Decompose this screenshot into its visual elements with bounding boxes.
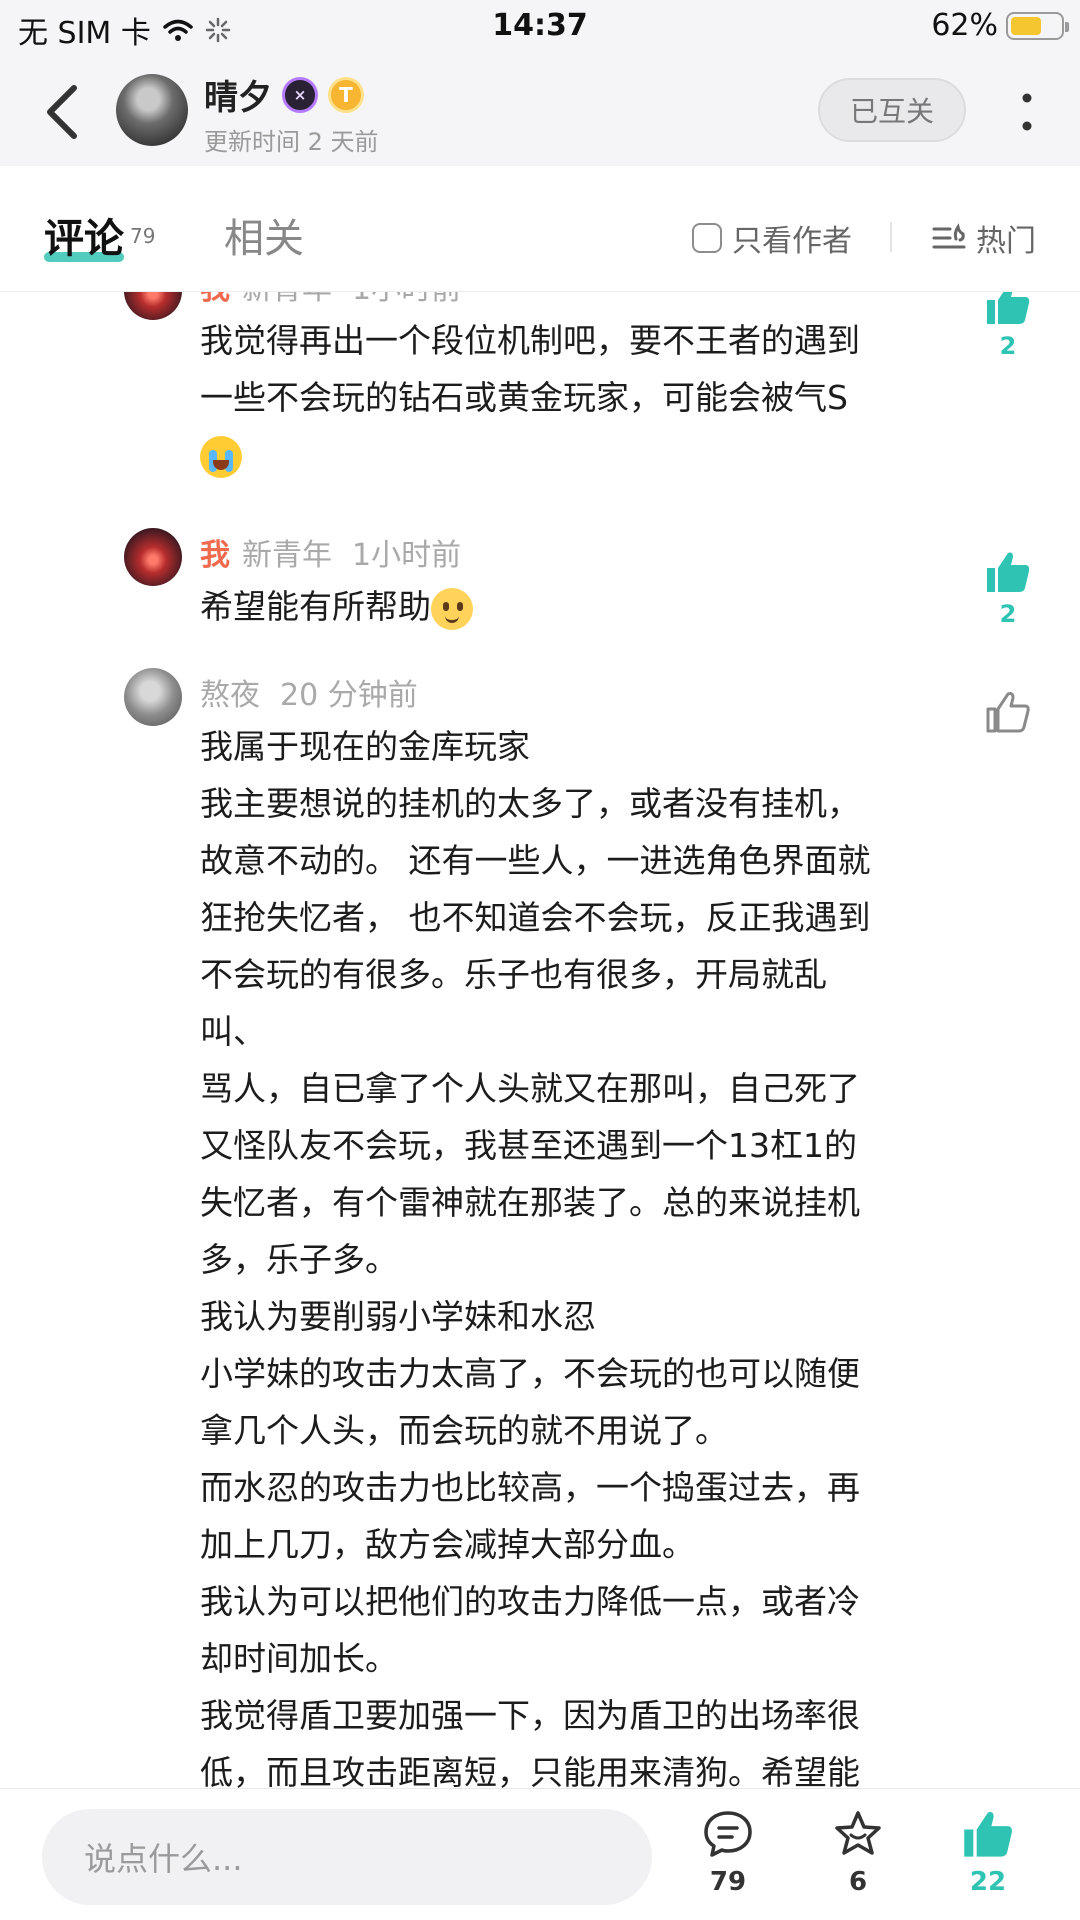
commenter-avatar[interactable] (124, 668, 182, 726)
title-badge-icon: T (328, 76, 364, 113)
commenter-avatar[interactable] (124, 292, 182, 320)
comment-line: 我认为可以把他们的攻击力降低一点，或者冷 (200, 1582, 860, 1621)
comment-text: 我属于现在的金库玩家 我主要想说的挂机的太多了，或者没有挂机， 故意不动的。 还… (200, 718, 960, 1788)
author-name-row[interactable]: 晴夕 × T (204, 70, 364, 119)
comment-like-count: 2 (999, 332, 1017, 360)
comment-line: 加上几刀，敌方会减掉大部分血。 (200, 1525, 695, 1564)
comment-count: 79 (709, 1867, 747, 1897)
thumbs-up-filled-icon (964, 1811, 1012, 1857)
comment-like-count: 2 (999, 600, 1017, 628)
favorite-count: 6 (848, 1867, 868, 1897)
me-tag: 我 (200, 292, 230, 307)
me-tag: 我 (200, 538, 230, 573)
comment-button[interactable]: 79 (688, 1809, 768, 1897)
only-author-checkbox[interactable] (692, 223, 722, 253)
comment-meta: 熬夜 20 分钟前 (200, 670, 418, 714)
comment-line: 不会玩的有很多。乐子也有很多，开局就乱 (200, 955, 827, 994)
commenter-name[interactable]: 新青年 (242, 538, 332, 573)
comment-line: 我主要想说的挂机的太多了，或者没有挂机， (200, 784, 860, 823)
battery-level (1011, 16, 1041, 35)
star-icon (835, 1811, 881, 1855)
comment-line: 失忆者，有个雷神就在那装了。总的来说挂机 (200, 1183, 860, 1222)
update-time: 更新时间 2 天前 (204, 128, 379, 156)
commenter-avatar[interactable] (124, 528, 182, 586)
author-avatar[interactable] (116, 74, 188, 146)
bottom-action-bar: 说点什么... 79 6 22 (0, 1788, 1080, 1920)
comment-line: 狂抢失忆者， 也不知道会不会玩，反正我遇到 (200, 898, 871, 937)
thumbs-up-filled-icon (987, 552, 1030, 592)
divider (890, 222, 892, 252)
only-author-toggle[interactable]: 只看作者 (692, 216, 852, 260)
commenter-name[interactable]: 熬夜 (200, 678, 260, 713)
tab-related[interactable]: 相关 (224, 206, 304, 264)
battery-percent: 62% (931, 8, 998, 43)
smiling-face-icon (431, 587, 473, 630)
sort-toggle[interactable]: 热门 (932, 216, 1036, 260)
comment-tabs: 评论 79 相关 只看作者 热门 (0, 166, 1080, 292)
comment-line: 小学妹的攻击力太高了，不会玩的也可以随便 (200, 1354, 860, 1393)
comment-line: 希望能有所帮助 (200, 587, 431, 626)
comment-meta: 我新青年 1小时前 (200, 530, 461, 574)
like-count: 22 (969, 1867, 1007, 1897)
comment-item: 熬夜 20 分钟前 我属于现在的金库玩家 我主要想说的挂机的太多了，或者没有挂机，… (0, 668, 1080, 1788)
tab-comments[interactable]: 评论 (44, 206, 124, 264)
comment-icon (704, 1811, 752, 1857)
sort-icon (932, 223, 966, 249)
status-right: 62% (931, 8, 1069, 43)
comment-line: 我觉得再出一个段位机制吧，要不王者的遇到 (200, 321, 860, 360)
comment-line: 叫、 (200, 1012, 266, 1051)
comment-line: 我属于现在的金库玩家 (200, 727, 530, 766)
comment-line: 低，而且攻击距离短，只能用来清狗。希望能 (200, 1753, 860, 1788)
comment-line: 我认为要削弱小学妹和水忍 (200, 1297, 596, 1336)
like-button[interactable]: 22 (948, 1809, 1028, 1897)
status-bar: 无 SIM 卡 14:37 62% (0, 0, 1080, 58)
battery-icon (1006, 11, 1069, 40)
thumbs-up-filled-icon (987, 292, 1030, 324)
thumbs-up-outline-icon (986, 692, 1030, 733)
comment-line: 故意不动的。 还有一些人，一进选角色界面就 (200, 841, 871, 880)
comment-text: 我觉得再出一个段位机制吧，要不王者的遇到 一些不会玩的钻石或黄金玩家，可能会被气… (200, 312, 960, 483)
comment-list: 我新青年1小时前 我觉得再出一个段位机制吧，要不王者的遇到 一些不会玩的钻石或黄… (0, 292, 1080, 1788)
comment-line: 多，乐子多。 (200, 1240, 398, 1279)
comment-like-button[interactable]: 2 (982, 550, 1034, 628)
level-badge-icon: × (282, 76, 318, 113)
comment-time: 20 分钟前 (280, 678, 418, 713)
comment-line: 一些不会玩的钻石或黄金玩家，可能会被气S (200, 378, 848, 417)
comment-line: 而水忍的攻击力也比较高，一个捣蛋过去，再 (200, 1468, 860, 1507)
comment-input[interactable]: 说点什么... (42, 1809, 652, 1905)
comment-time: 1小时前 (352, 292, 461, 307)
comment-line: 拿几个人头，而会玩的就不用说了。 (200, 1411, 728, 1450)
comment-line: 却时间加长。 (200, 1639, 398, 1678)
follow-button[interactable]: 已互关 (818, 78, 966, 142)
comment-line: 骂人，自已拿了个人头就又在那叫，自己死了 (200, 1069, 860, 1108)
comment-line: 又怪队友不会玩，我甚至还遇到一个13杠1的 (200, 1126, 857, 1165)
only-author-label: 只看作者 (732, 224, 852, 259)
post-header: 晴夕 × T 更新时间 2 天前 已互关 (0, 58, 1080, 166)
clock: 14:37 (492, 8, 588, 43)
back-icon[interactable] (40, 82, 84, 142)
author-name[interactable]: 晴夕 (204, 70, 272, 119)
commenter-name[interactable]: 新青年 (242, 292, 332, 307)
favorite-button[interactable]: 6 (818, 1809, 898, 1897)
comment-item: 我新青年 1小时前 我觉得再出一个段位机制吧，要不王者的遇到 一些不会玩的钻石或黄… (0, 292, 1080, 502)
comment-like-button[interactable]: 2 (982, 292, 1034, 360)
comments-count: 79 (130, 224, 156, 248)
comment-line: 我觉得盾卫要加强一下，因为盾卫的出场率很 (200, 1696, 860, 1735)
comment-time: 1小时前 (352, 538, 462, 573)
comment-text: 希望能有所帮助 (200, 578, 960, 635)
comment-meta: 我新青年 1小时前 (200, 292, 461, 308)
comment-item: 我新青年 1小时前 希望能有所帮助 2 (0, 528, 1080, 668)
comment-like-button[interactable] (982, 690, 1034, 738)
more-options-icon[interactable] (1012, 88, 1042, 138)
crying-face-icon (200, 435, 242, 478)
sort-label: 热门 (976, 224, 1036, 259)
